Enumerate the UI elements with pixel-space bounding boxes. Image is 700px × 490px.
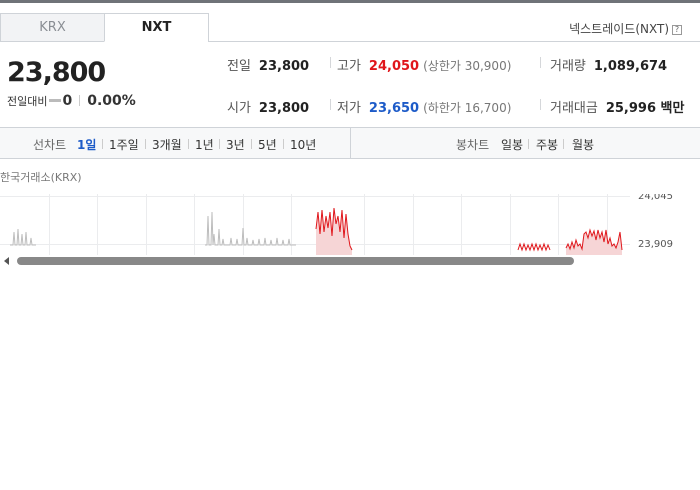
intraday-chart[interactable]: 24,045 23,909	[0, 194, 700, 256]
tab-underline	[208, 41, 700, 42]
flat-icon	[49, 99, 62, 102]
chart-source-label: 한국거래소(KRX)	[0, 171, 82, 184]
price-line-svg	[10, 207, 623, 256]
period-bar-divider	[350, 128, 351, 158]
price-change: 전일대비 0 0.00%	[7, 93, 136, 109]
market-tabs: KRX NXT	[0, 13, 210, 42]
stat-divider	[540, 57, 541, 68]
period-divider	[563, 139, 564, 149]
stat-volume: 거래량 1,089,674	[550, 55, 667, 74]
stat-open: 시가 23,800	[227, 97, 309, 116]
stat-label: 저가	[337, 101, 361, 116]
price-area-red	[566, 230, 622, 256]
stat-low: 저가 23,650 (하한가 16,700)	[337, 97, 511, 116]
lower-limit: (하한가 16,700)	[423, 101, 512, 115]
tab-krx[interactable]: KRX	[0, 13, 105, 42]
change-divider	[79, 95, 81, 106]
stat-label: 거래량	[550, 59, 586, 74]
stat-value: 23,800	[258, 101, 310, 116]
upper-limit: (상한가 30,900)	[423, 59, 512, 73]
price-line-gray	[205, 211, 296, 246]
period-10y[interactable]: 10년	[290, 136, 316, 153]
scroll-left-arrow-icon[interactable]	[4, 257, 9, 265]
period-divider	[251, 139, 252, 149]
period-divider	[102, 139, 103, 149]
line-chart-label: 선차트	[33, 138, 67, 152]
period-1w[interactable]: 1주일	[109, 136, 139, 153]
period-divider	[528, 139, 529, 149]
stat-high: 고가 24,050 (상한가 30,900)	[337, 55, 511, 74]
stat-prev-close: 전일 23,800	[227, 55, 309, 74]
period-divider	[219, 139, 220, 149]
top-border	[0, 0, 700, 3]
stat-divider	[330, 99, 331, 110]
market-name-label: 넥스트레이드(NXT)	[569, 22, 669, 36]
candle-chart-label: 봉차트	[456, 138, 490, 152]
scrollbar-thumb[interactable]	[17, 257, 574, 265]
candle-monthly[interactable]: 월봉	[572, 136, 594, 153]
stat-label: 시가	[227, 101, 251, 116]
candle-daily[interactable]: 일봉	[501, 136, 523, 153]
period-1d[interactable]: 1일	[77, 136, 96, 153]
price-line-red	[517, 242, 551, 252]
stat-value: 24,050	[368, 59, 420, 74]
stat-value: 1,089,674	[593, 59, 668, 74]
stat-value: 23,800	[258, 59, 310, 74]
stat-turnover: 거래대금 25,996 백만	[550, 97, 684, 116]
stat-label: 거래대금	[550, 101, 598, 116]
period-divider	[188, 139, 189, 149]
stat-divider	[540, 99, 541, 110]
y-tick-label: 23,909	[638, 239, 673, 250]
price-line-gray	[10, 228, 36, 246]
tab-nxt[interactable]: NXT	[104, 13, 209, 42]
change-label: 전일대비	[7, 95, 48, 108]
period-1y[interactable]: 1년	[195, 136, 214, 153]
candle-weekly[interactable]: 주봉	[536, 136, 558, 153]
period-divider	[145, 139, 146, 149]
stat-label: 전일	[227, 59, 251, 74]
period-divider	[283, 139, 284, 149]
change-value: 0	[62, 93, 73, 109]
stat-divider	[330, 57, 331, 68]
market-name: 넥스트레이드(NXT)?	[569, 20, 682, 37]
help-icon[interactable]: ?	[672, 25, 682, 35]
stat-value: 25,996 백만	[605, 101, 685, 116]
y-tick-label: 24,045	[638, 194, 673, 202]
stat-label: 고가	[337, 59, 361, 74]
period-3m[interactable]: 3개월	[152, 136, 182, 153]
period-5y[interactable]: 5년	[258, 136, 277, 153]
stat-value: 23,650	[368, 101, 420, 116]
period-bar: 선차트 1일 1주일 3개월 1년 3년 5년 10년 봉차트 일봉 주봉 월봉	[0, 127, 700, 159]
change-rate: 0.00%	[87, 93, 136, 109]
current-price: 23,800	[7, 57, 106, 88]
period-3y[interactable]: 3년	[226, 136, 245, 153]
